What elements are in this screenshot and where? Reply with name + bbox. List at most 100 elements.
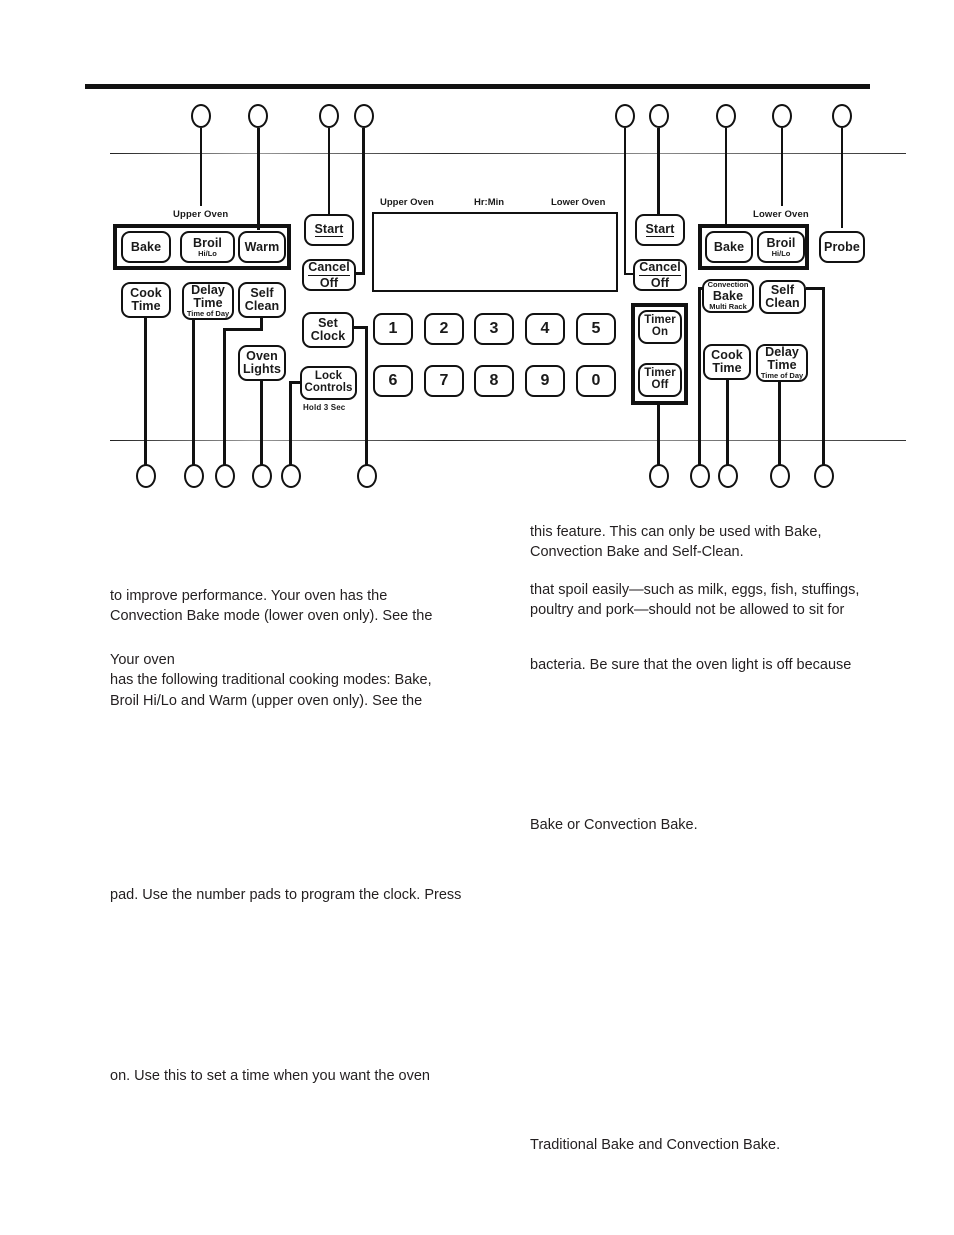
key-lower-delay-time-sublabel: Time of Day (760, 371, 804, 381)
key-number-1-label: 1 (388, 319, 398, 337)
callout-circle-top-8 (772, 104, 792, 128)
callout-stem-top-3 (328, 128, 330, 214)
key-lower-bake[interactable]: Bake (705, 231, 753, 263)
key-number-9[interactable]: 9 (525, 365, 565, 397)
callout-circle-bottom-1 (136, 464, 156, 488)
key-timer-off[interactable]: Timer Off (638, 363, 682, 397)
key-convection-bake[interactable]: Convection Bake Multi Rack (702, 279, 754, 313)
key-timer-off-label: Timer Off (644, 367, 676, 391)
callout-stem-top-1 (200, 128, 202, 206)
callout-stem-bottom-8 (698, 289, 701, 465)
group-caption-lower-oven: Lower Oven (753, 209, 809, 220)
key-convection-bake-label: Bake (712, 288, 744, 303)
oven-display-screen (372, 212, 618, 292)
key-convection-bake-toplabel: Convection (707, 280, 749, 290)
key-lower-delay-time-label: Delay Time (765, 345, 799, 372)
key-convection-bake-sublabel: Multi Rack (709, 301, 747, 311)
key-lower-delay-time[interactable]: Delay Time Time of Day (756, 344, 808, 382)
key-lower-broil-label: Broil (766, 235, 796, 250)
key-upper-bake[interactable]: Bake (121, 231, 171, 263)
key-upper-delay-time[interactable]: Delay Time Time of Day (182, 282, 234, 320)
left-paragraph-1: to improve performance. Your oven has th… (110, 588, 433, 625)
callout-circle-top-4 (354, 104, 374, 128)
key-upper-warm[interactable]: Warm (238, 231, 286, 263)
key-lower-cook-time-label: Cook Time (711, 348, 743, 375)
key-start-upper[interactable]: Start (304, 214, 354, 246)
right-paragraph-5: Traditional Bake and Convection Bake. (530, 1137, 781, 1153)
oven-control-panel-diagram: Upper Oven Lower Oven Bake Broil Hi/Lo W… (0, 0, 954, 500)
callout-circle-top-2 (248, 104, 268, 128)
key-number-0[interactable]: 0 (576, 365, 616, 397)
group-caption-upper-oven: Upper Oven (173, 209, 229, 220)
callout-circle-bottom-10 (770, 464, 790, 488)
key-upper-delay-time-label: Delay Time (191, 283, 225, 310)
key-upper-broil-sublabel: Hi/Lo (198, 248, 217, 258)
key-number-2[interactable]: 2 (424, 313, 464, 345)
callout-elbow-bottom-6 (352, 326, 368, 329)
key-lower-cook-time[interactable]: Cook Time (703, 344, 751, 380)
key-upper-broil[interactable]: Broil Hi/Lo (180, 231, 235, 263)
key-upper-self-clean[interactable]: Self Clean (238, 282, 286, 318)
key-lower-broil[interactable]: Broil Hi/Lo (757, 231, 805, 263)
callout-circle-bottom-2 (184, 464, 204, 488)
callout-stem-top-7 (725, 128, 727, 228)
callout-stem-bottom-11 (822, 289, 825, 465)
key-lower-bake-label: Bake (713, 239, 745, 254)
callout-riser-bottom-3 (260, 318, 263, 330)
key-cancel-off-lower-label: Cancel (639, 259, 681, 276)
key-number-5[interactable]: 5 (576, 313, 616, 345)
callout-circle-top-7 (716, 104, 736, 128)
key-lower-self-clean[interactable]: Self Clean (759, 280, 806, 314)
key-number-6-label: 6 (388, 371, 398, 389)
left-paragraph-4: on. Use this to set a time when you want… (110, 1068, 430, 1084)
key-number-6[interactable]: 6 (373, 365, 413, 397)
callout-elbow-bottom-3 (223, 328, 263, 331)
key-lower-self-clean-label: Self Clean (765, 283, 800, 310)
key-lower-broil-sublabel: Hi/Lo (771, 248, 791, 258)
callout-stem-top-4 (362, 128, 365, 274)
key-upper-cook-time[interactable]: Cook Time (121, 282, 171, 318)
callout-circle-bottom-9 (718, 464, 738, 488)
key-start-lower-label: Start (645, 221, 675, 238)
key-start-lower[interactable]: Start (635, 214, 685, 246)
key-cancel-off-upper-second: Off (319, 275, 339, 290)
key-timer-on-label: Timer On (644, 314, 676, 338)
callout-stem-top-6 (657, 128, 660, 214)
callout-circle-bottom-7 (649, 464, 669, 488)
key-lock-controls[interactable]: Lock Controls (300, 366, 357, 400)
callout-stem-top-8 (781, 128, 783, 206)
key-upper-self-clean-label: Self Clean (244, 286, 280, 313)
callout-elbow-bottom-11 (806, 287, 825, 290)
callout-circle-top-3 (319, 104, 339, 128)
key-set-clock[interactable]: Set Clock (302, 312, 354, 348)
display-label-lower-oven: Lower Oven (551, 197, 606, 208)
callout-circle-bottom-8 (690, 464, 710, 488)
key-start-upper-label: Start (314, 221, 344, 238)
key-cancel-off-lower[interactable]: Cancel Off (633, 259, 687, 291)
key-number-4-label: 4 (540, 319, 550, 337)
key-oven-lights-label: Oven Lights (242, 349, 282, 376)
key-number-2-label: 2 (439, 319, 449, 337)
key-number-3[interactable]: 3 (474, 313, 514, 345)
key-number-8[interactable]: 8 (474, 365, 514, 397)
key-number-7[interactable]: 7 (424, 365, 464, 397)
key-number-4[interactable]: 4 (525, 313, 565, 345)
key-oven-lights[interactable]: Oven Lights (238, 345, 286, 381)
callout-circle-bottom-11 (814, 464, 834, 488)
key-lock-controls-hold-note: Hold 3 Sec (303, 403, 346, 412)
right-paragraph-4: Bake or Convection Bake. (530, 817, 698, 833)
key-probe[interactable]: Probe (819, 231, 865, 263)
callout-circle-top-9 (832, 104, 852, 128)
callout-circle-bottom-6 (357, 464, 377, 488)
right-paragraph-1: this feature. This can only be used with… (530, 524, 822, 561)
key-upper-warm-label: Warm (244, 239, 280, 254)
key-number-1[interactable]: 1 (373, 313, 413, 345)
key-number-5-label: 5 (591, 319, 601, 337)
key-cancel-off-upper[interactable]: Cancel Off (302, 259, 356, 291)
key-probe-label: Probe (824, 239, 860, 254)
key-number-3-label: 3 (489, 319, 499, 337)
right-paragraph-3: bacteria. Be sure that the oven light is… (530, 657, 852, 673)
callout-circle-bottom-3 (215, 464, 235, 488)
callout-stem-bottom-9 (726, 380, 729, 465)
key-timer-on[interactable]: Timer On (638, 310, 682, 344)
